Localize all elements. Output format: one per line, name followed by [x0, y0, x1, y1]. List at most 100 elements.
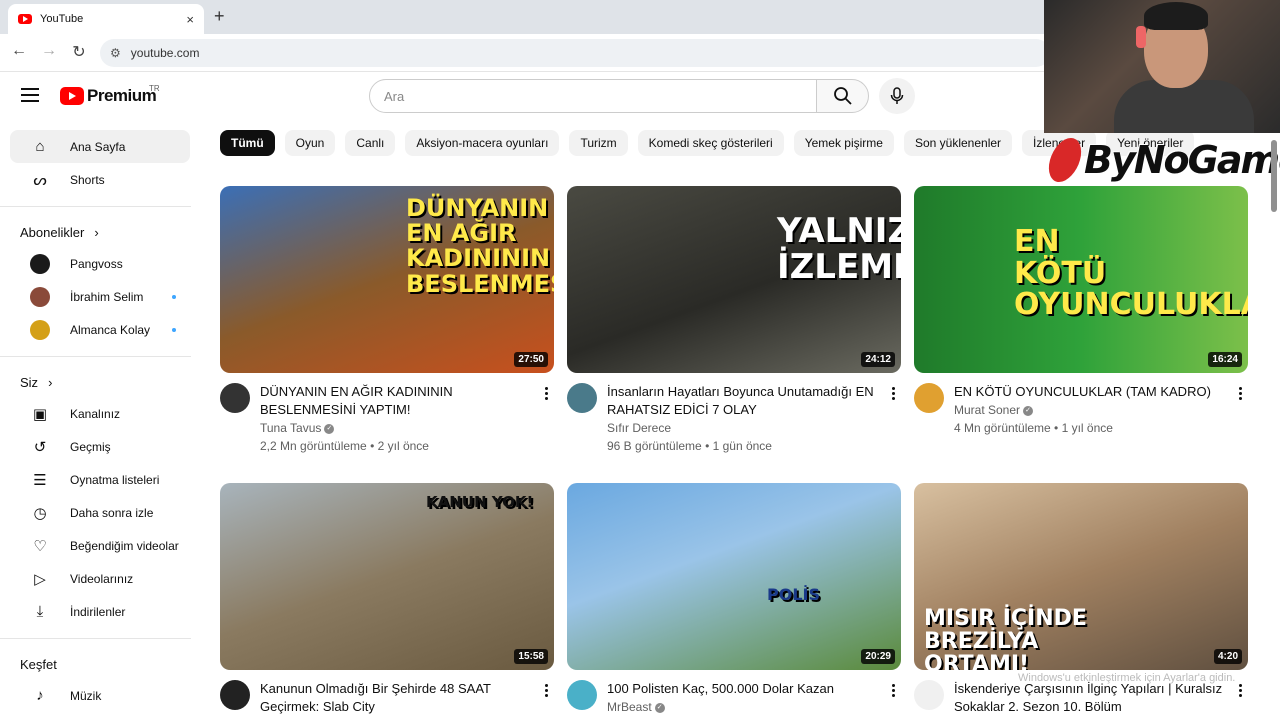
back-icon[interactable]: ←	[8, 42, 30, 60]
chip[interactable]: Son yüklenenler	[903, 130, 1013, 156]
channel-name[interactable]: Sıfır Derece	[607, 419, 885, 437]
video-title[interactable]: 100 Polisten Kaç, 500.000 Dolar Kazan	[607, 680, 885, 698]
playlists-icon: ☰	[33, 471, 47, 489]
brand-logo-icon	[1044, 138, 1086, 182]
sidebar-item-downloads[interactable]: ⤓ İndirilenler	[10, 595, 190, 628]
video-card[interactable]: KANUN YOK! 15:58 Kanunun Olmadığı Bir Şehi…	[220, 483, 554, 716]
download-icon: ⤓	[36, 603, 44, 620]
video-title[interactable]: EN KÖTÜ OYUNCULUKLAR (TAM KADRO)	[954, 383, 1232, 401]
divider	[0, 206, 191, 207]
reload-icon[interactable]: ↻	[68, 42, 90, 62]
sidebar-item-label: Geçmiş	[70, 439, 111, 454]
duration-badge: 4:20	[1213, 649, 1242, 664]
search-input[interactable]: Ara	[369, 79, 817, 113]
channel-avatar[interactable]	[220, 680, 250, 710]
mic-icon	[890, 87, 904, 104]
address-bar[interactable]: ⚙ youtube.com	[100, 39, 1050, 67]
chip[interactable]: Oyun	[284, 130, 336, 156]
channel-name[interactable]: Tuna Tavus ✓	[260, 419, 538, 437]
forward-icon[interactable]: →	[38, 42, 60, 60]
headphones-icon	[1136, 26, 1146, 48]
new-tab-button[interactable]: +	[214, 6, 225, 27]
video-thumbnail[interactable]: YALNIZ İZLEME 24:12	[567, 186, 901, 373]
home-icon: ⌂	[35, 138, 45, 155]
sidebar-item-home[interactable]: ⌂ Ana Sayfa	[10, 130, 190, 163]
sidebar-item-label: İndirilenler	[70, 604, 126, 619]
more-options-icon[interactable]	[1232, 383, 1248, 437]
video-card[interactable]: POLİS 20:29 100 Polisten Kaç, 500.000 Dola…	[567, 483, 901, 716]
tab-close-icon[interactable]: ×	[186, 12, 194, 27]
channel-avatar[interactable]	[914, 383, 944, 413]
sidebar-item-liked-videos[interactable]: ♡ Beğendiğim videolar	[10, 529, 190, 562]
video-title[interactable]: İnsanların Hayatları Boyunca Unutamadığı…	[607, 383, 885, 419]
sidebar-item-label: Beğendiğim videolar	[70, 538, 179, 553]
thumbnail-text: MISIR İÇİNDE BREZİLYA ORTAMI!	[924, 606, 1087, 670]
menu-icon[interactable]	[21, 88, 39, 106]
sidebar-item-label: Almanca Kolay	[70, 322, 151, 337]
more-options-icon[interactable]	[885, 383, 901, 455]
channel-name[interactable]: Murat Soner ✓	[954, 401, 1232, 419]
video-thumbnail[interactable]: POLİS 20:29	[567, 483, 901, 670]
thumbnail-text: POLİS	[767, 585, 820, 604]
site-info-icon[interactable]: ⚙	[110, 46, 121, 60]
youtube-premium-logo[interactable]: Premium TR	[60, 84, 160, 106]
sidebar-item-shorts[interactable]: ᔕ Shorts	[10, 163, 190, 196]
sidebar-item-watch-later[interactable]: ◷ Daha sonra izle	[10, 496, 190, 529]
video-title[interactable]: DÜNYANIN EN AĞIR KADINININ BESLENMESİNİ …	[260, 383, 538, 419]
channel-avatar[interactable]	[914, 680, 944, 710]
channel-avatar[interactable]	[567, 383, 597, 413]
channel-avatar[interactable]	[220, 383, 250, 413]
chevron-right-icon: ›	[48, 374, 53, 390]
more-options-icon[interactable]	[538, 680, 554, 716]
video-thumbnail[interactable]: KANUN YOK! 15:58	[220, 483, 554, 670]
your-videos-icon: ▷	[34, 570, 46, 588]
channel-name-text: Sıfır Derece	[607, 421, 672, 435]
chevron-right-icon: ›	[94, 224, 99, 240]
more-options-icon[interactable]	[885, 680, 901, 716]
voice-search-button[interactable]	[879, 78, 915, 114]
new-content-dot	[172, 294, 176, 299]
watch-later-icon: ◷	[33, 504, 47, 522]
sidebar-item-subscription[interactable]: Pangvoss	[10, 247, 190, 280]
chip[interactable]: Aksiyon-macera oyunları	[405, 130, 560, 156]
shorts-icon: ᔕ	[33, 171, 47, 189]
more-options-icon[interactable]	[1232, 680, 1248, 716]
video-thumbnail[interactable]: DÜNYANIN EN AĞIR KADINININ BESLENMESİ 27:…	[220, 186, 554, 373]
video-title[interactable]: Kanunun Olmadığı Bir Şehirde 48 SAAT Geç…	[260, 680, 538, 716]
region-code: TR	[149, 84, 160, 93]
sidebar-item-history[interactable]: ↺ Geçmiş	[10, 430, 190, 463]
channel-avatar[interactable]	[567, 680, 597, 710]
video-card[interactable]: DÜNYANIN EN AĞIR KADINININ BESLENMESİ 27:…	[220, 186, 554, 455]
channel-name[interactable]: MrBeast ✓	[607, 698, 885, 716]
video-title[interactable]: İskenderiye Çarşısının İlginç Yapıları |…	[954, 680, 1232, 716]
search-button[interactable]	[816, 79, 869, 113]
sidebar-item-label: Pangvoss	[70, 256, 123, 271]
chip[interactable]: Canlı	[345, 130, 396, 156]
video-thumbnail[interactable]: MISIR İÇİNDE BREZİLYA ORTAMI! 4:20	[914, 483, 1248, 670]
more-options-icon[interactable]	[538, 383, 554, 455]
sidebar-item-your-videos[interactable]: ▷ Videolarınız	[10, 562, 190, 595]
video-stats: 2,2 Mn görüntüleme • 2 yıl önce	[260, 439, 429, 453]
you-header[interactable]: Siz ›	[0, 367, 200, 397]
sidebar-item-your-channel[interactable]: ▣ Kanalınız	[10, 397, 190, 430]
video-card[interactable]: EN KÖTÜ OYUNCULUKLAR16:24 EN KÖTÜ OYUNCUL…	[914, 186, 1248, 437]
avatar	[30, 319, 50, 340]
chip[interactable]: Yemek pişirme	[793, 130, 894, 156]
video-thumbnail[interactable]: EN KÖTÜ OYUNCULUKLAR 16:24	[914, 186, 1248, 373]
sidebar-item-music[interactable]: ♪ Müzik	[10, 679, 190, 712]
logo-text: Premium	[87, 86, 157, 105]
sidebar-item-label: Oynatma listeleri	[70, 472, 160, 487]
sidebar-item-subscription[interactable]: İbrahim Selim	[10, 280, 190, 313]
sidebar-item-subscription[interactable]: Almanca Kolay	[10, 313, 190, 346]
subscriptions-header[interactable]: Abonelikler ›	[0, 217, 200, 247]
chip-all[interactable]: Tümü	[220, 130, 275, 156]
search-icon	[833, 87, 852, 105]
video-card[interactable]: YALNIZ İZLEME 24:12 İnsanların Hayatları B…	[567, 186, 901, 455]
chip[interactable]: Turizm	[569, 130, 628, 156]
scrollbar[interactable]	[1271, 140, 1277, 212]
explore-header: Keşfet	[0, 649, 200, 679]
chip[interactable]: Komedi skeç gösterileri	[637, 130, 784, 156]
sidebar-item-playlists[interactable]: ☰ Oynatma listeleri	[10, 463, 190, 496]
browser-tab[interactable]: YouTube ×	[8, 4, 204, 34]
avatar	[30, 253, 50, 274]
